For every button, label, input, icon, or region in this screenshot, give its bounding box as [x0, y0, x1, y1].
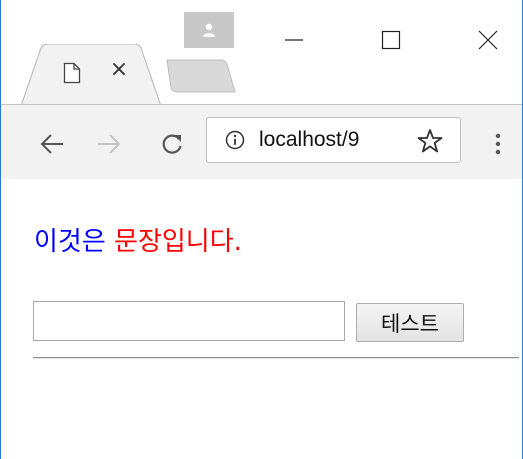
- close-icon: [478, 30, 498, 50]
- reload-button[interactable]: [157, 129, 187, 159]
- profile-button[interactable]: [184, 12, 234, 48]
- forward-button[interactable]: [94, 129, 124, 159]
- menu-icon: [495, 133, 501, 155]
- tab-shape: [21, 44, 161, 106]
- page-content: 이것은 문장입니다. 테스트: [1, 179, 522, 459]
- test-button[interactable]: 테스트: [356, 303, 464, 342]
- page-icon: [63, 62, 81, 84]
- url-text[interactable]: localhost/9: [259, 128, 407, 152]
- maximize-button[interactable]: [368, 20, 414, 60]
- sentence: 이것은 문장입니다.: [34, 221, 242, 258]
- sentence-part-blue: 이것은: [34, 227, 106, 257]
- maximize-icon: [381, 30, 401, 50]
- menu-button[interactable]: [486, 129, 510, 159]
- window-close-button[interactable]: [465, 20, 511, 60]
- minimize-button[interactable]: [271, 20, 317, 60]
- text-input[interactable]: [33, 301, 345, 341]
- profile-icon: [203, 23, 215, 37]
- browser-toolbar: localhost/9: [1, 104, 522, 180]
- horizontal-rule: [33, 357, 519, 359]
- sentence-part-red: 문장입니다.: [114, 227, 242, 257]
- reload-icon: [162, 134, 182, 154]
- tab-active[interactable]: ×: [21, 44, 161, 106]
- forward-arrow-icon: [98, 134, 121, 154]
- tab-close-icon: ×: [109, 57, 129, 82]
- title-bar: ×: [1, 0, 522, 106]
- new-tab-icon: [166, 59, 236, 93]
- address-bar[interactable]: localhost/9: [206, 117, 461, 163]
- tab-close-button[interactable]: ×: [109, 57, 129, 82]
- browser-window: × localhost/9 이것은 문장입니다. 테스트: [0, 0, 523, 459]
- back-button[interactable]: [37, 129, 67, 159]
- star-icon[interactable]: [417, 128, 443, 154]
- minimize-icon: [285, 39, 303, 41]
- new-tab-button[interactable]: [159, 58, 237, 94]
- back-arrow-icon: [40, 134, 63, 154]
- info-icon[interactable]: [225, 130, 245, 150]
